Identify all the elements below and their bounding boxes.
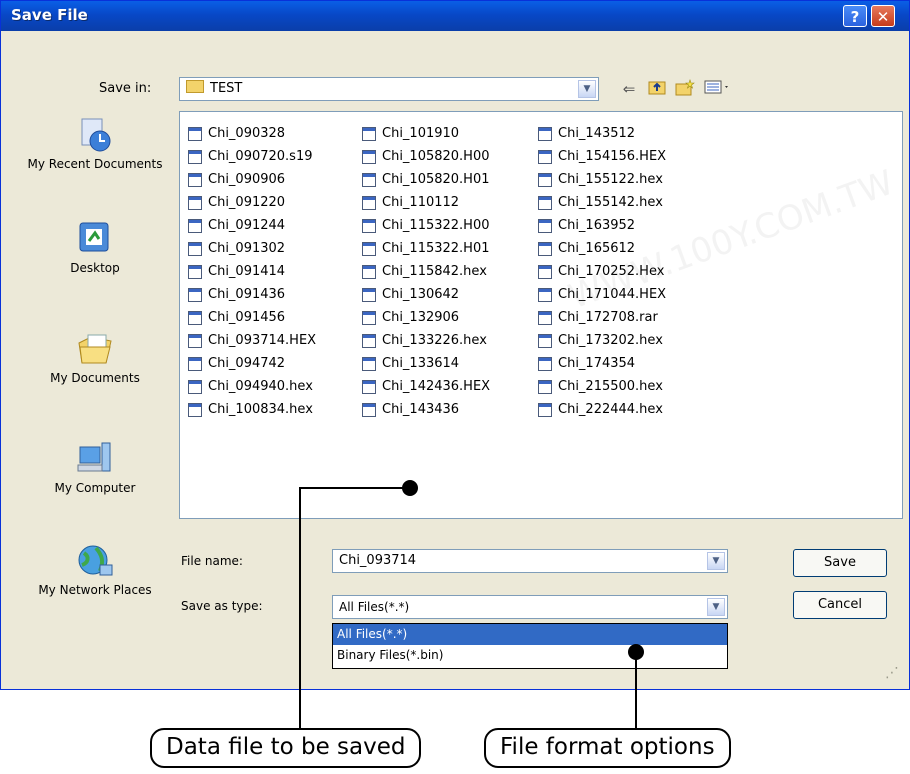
callout-file-format: File format options [484,728,731,768]
annotation-lines [299,480,644,742]
callout-data-file: Data file to be saved [150,728,422,768]
pointer-line-data-file [299,487,410,742]
